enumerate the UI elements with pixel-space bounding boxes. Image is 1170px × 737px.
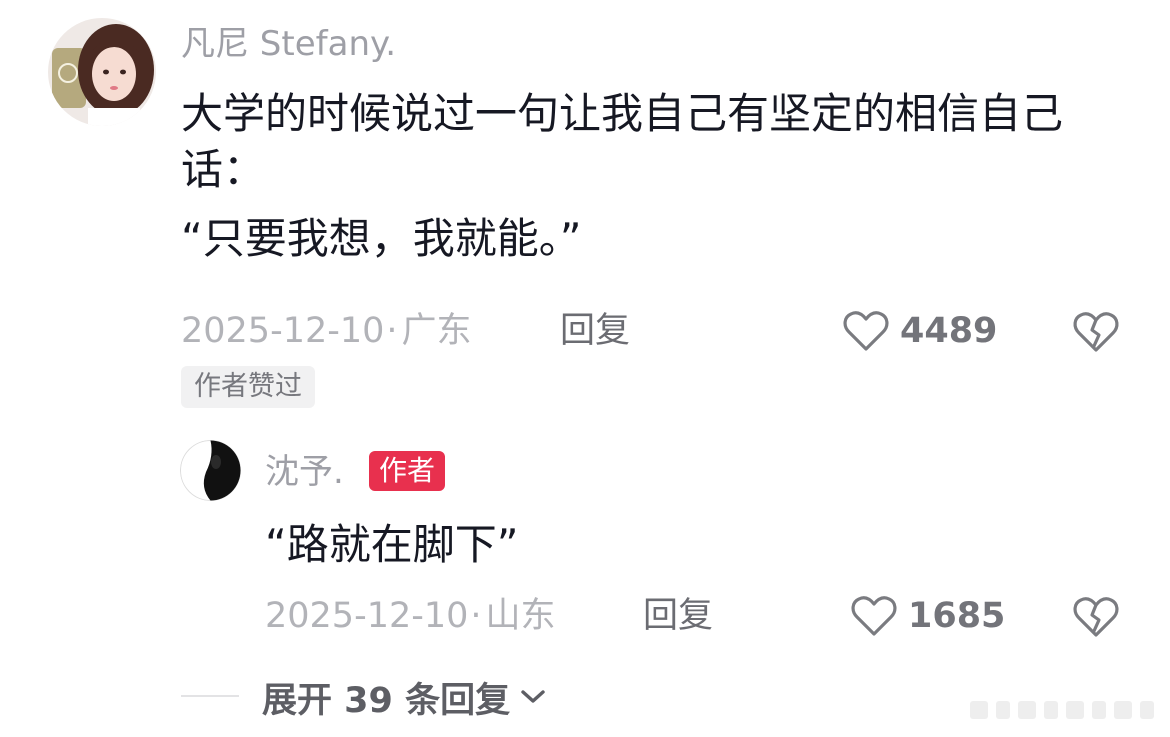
avatar[interactable]	[48, 18, 156, 126]
expand-replies-label: 展开 39 条回复	[262, 680, 511, 721]
meta-separator: ·	[386, 311, 398, 351]
comment-dislike-button[interactable]	[1071, 306, 1121, 356]
broken-heart-icon	[1073, 312, 1119, 352]
reply-avatar[interactable]	[180, 440, 241, 501]
reply-reply-button[interactable]: 回复	[643, 591, 713, 641]
reply-dislike-button[interactable]	[1071, 591, 1121, 641]
reply-avatar-image	[180, 440, 241, 501]
author-tag: 作者	[369, 451, 446, 491]
reply-text: “路就在脚下”	[265, 520, 519, 569]
reply-location: 山东	[485, 596, 556, 636]
comment-like-count: 4489	[900, 311, 998, 351]
expand-replies-button[interactable]: 展开 39 条回复	[262, 672, 546, 722]
reply-meta: 2025-12-10· 山东	[265, 591, 556, 641]
comment-location: 广东	[401, 311, 472, 351]
reply-date: 2025-12-10	[265, 596, 469, 636]
comment-meta: 2025-12-10· 广东	[181, 306, 472, 356]
reply-like-count: 1685	[908, 596, 1006, 636]
heart-outline-icon	[851, 596, 897, 636]
watermark	[970, 701, 1154, 719]
comment-author-name[interactable]: 凡尼 Stefany.	[181, 20, 396, 68]
comment-text-line: “只要我想，我就能。”	[181, 214, 582, 263]
broken-heart-icon	[1073, 597, 1119, 637]
author-liked-badge: 作者赞过	[181, 366, 315, 408]
comment-like-button[interactable]: 4489	[842, 306, 997, 356]
comment-text-line: 大学的时候说过一句让我自己有坚定的相信自己话：	[181, 89, 1064, 194]
expand-divider	[181, 695, 239, 697]
comment-reply-button[interactable]: 回复	[560, 306, 630, 356]
comment-date: 2025-12-10	[181, 311, 385, 351]
reply-author-name[interactable]: 沈予.	[265, 449, 344, 495]
chevron-down-icon	[521, 690, 545, 703]
comment-text: 大学的时候说过一句让我自己有坚定的相信自己话： “只要我想，我就能。”	[181, 86, 1111, 280]
heart-outline-icon	[843, 311, 889, 351]
meta-separator: ·	[470, 596, 482, 636]
avatar-image	[48, 18, 156, 126]
reply-like-button[interactable]: 1685	[850, 591, 1005, 641]
